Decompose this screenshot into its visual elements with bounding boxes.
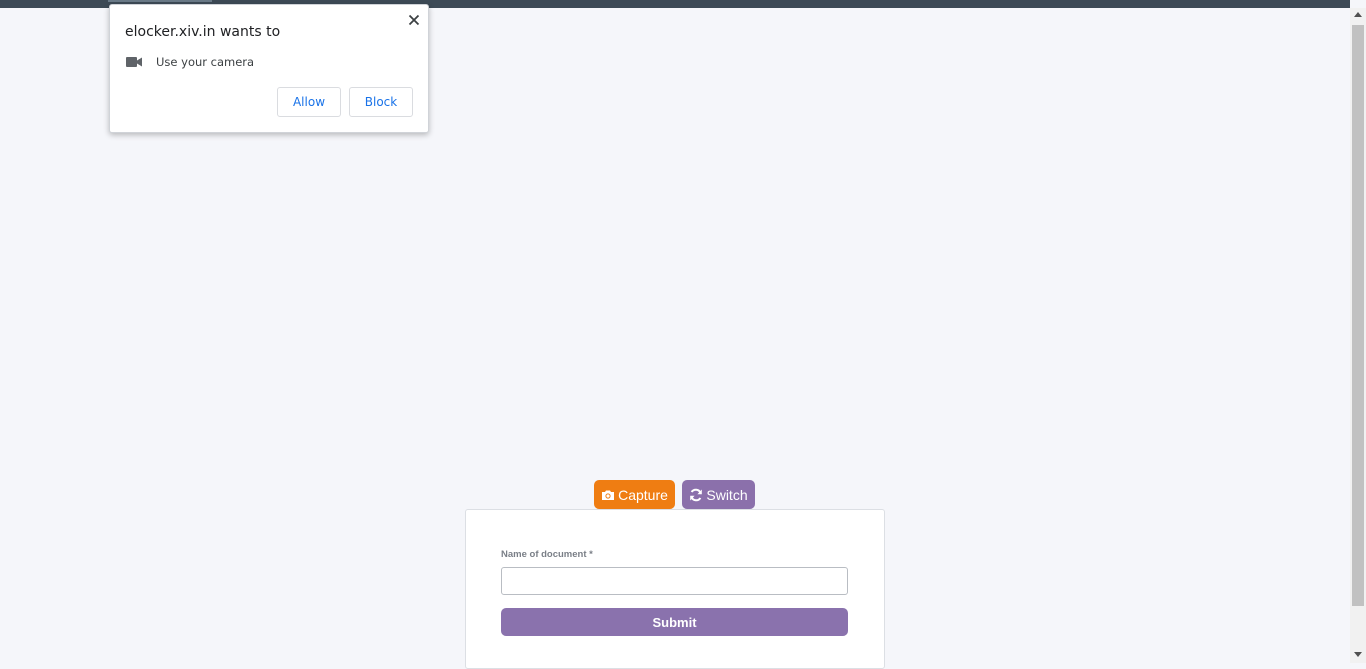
close-icon[interactable] bbox=[406, 12, 422, 28]
switch-camera-button[interactable]: Switch bbox=[682, 480, 755, 509]
scroll-down-arrow-icon[interactable] bbox=[1354, 652, 1362, 657]
top-strip-end bbox=[1184, 0, 1350, 8]
camera-permission-popup: elocker.xiv.in wants to Use your camera … bbox=[109, 4, 429, 133]
refresh-icon bbox=[690, 488, 703, 501]
permission-title: elocker.xiv.in wants to bbox=[125, 24, 281, 40]
document-name-input[interactable] bbox=[501, 567, 848, 595]
block-button[interactable]: Block bbox=[349, 87, 413, 117]
permission-request-text: Use your camera bbox=[156, 55, 255, 69]
active-tab-indicator bbox=[108, 0, 212, 2]
camera-icon bbox=[126, 57, 142, 67]
permission-request-row: Use your camera bbox=[126, 54, 254, 70]
camera-icon bbox=[602, 490, 615, 500]
scrollbar-thumb[interactable] bbox=[1352, 25, 1364, 606]
document-name-label: Name of document * bbox=[501, 549, 593, 560]
scroll-up-arrow-icon[interactable] bbox=[1354, 12, 1362, 17]
submit-button[interactable]: Submit bbox=[501, 608, 848, 636]
document-form-card: Name of document * Submit bbox=[465, 509, 885, 669]
switch-label: Switch bbox=[706, 486, 748, 503]
capture-label: Capture bbox=[618, 486, 668, 503]
allow-button[interactable]: Allow bbox=[277, 87, 341, 117]
capture-button[interactable]: Capture bbox=[594, 480, 675, 509]
